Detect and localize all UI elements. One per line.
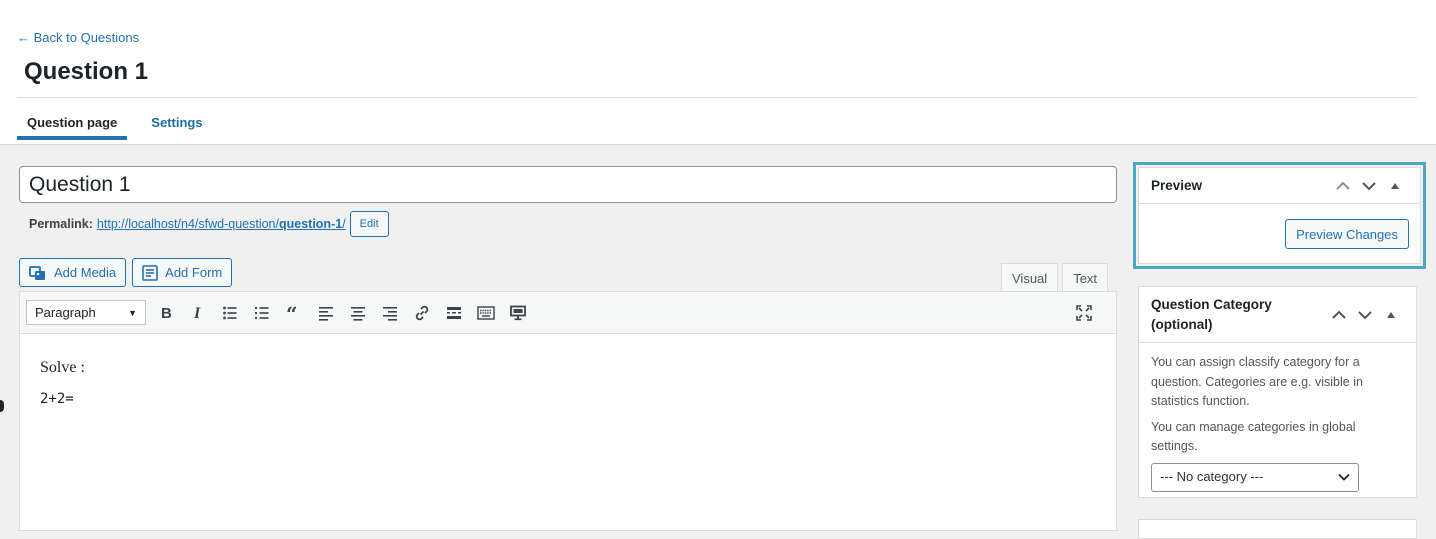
post-title-input[interactable]: Question 1 [19,166,1117,203]
fullscreen-icon[interactable] [1068,298,1100,328]
preview-box-header: Preview [1139,168,1420,204]
tab-settings[interactable]: Settings [141,106,212,140]
page-tabs: Question page Settings [17,106,213,140]
category-box-body: You can assign classify category for a q… [1139,343,1416,502]
category-manage-note: You can manage categories in global sett… [1151,419,1356,454]
header-divider [17,97,1417,98]
category-box-header: Question Category (optional) [1139,287,1416,343]
move-up-icon[interactable] [1330,173,1356,199]
svg-text:“: “ [286,305,298,321]
category-select[interactable]: --- No category --- [1151,462,1359,492]
category-title-line2: (optional) [1151,316,1213,332]
add-form-label: Add Form [165,265,223,280]
toolbar-toggle-icon[interactable] [470,298,502,328]
italic-icon[interactable]: I [182,298,214,328]
add-media-label: Add Media [54,265,117,280]
align-left-icon[interactable] [310,298,342,328]
move-down-icon[interactable] [1352,302,1378,328]
preview-title: Preview [1151,177,1203,193]
edit-permalink-button[interactable]: Edit [349,211,389,237]
preview-box: Preview Preview Changes [1133,162,1426,269]
move-down-icon[interactable] [1356,173,1382,199]
top-header: ← Back to Questions Question 1 Question … [0,0,1436,145]
permalink-link[interactable]: http://localhost/n4/sfwd-question/questi… [97,217,346,231]
chevron-down-icon [1338,473,1350,481]
next-sidebar-box [1138,519,1417,539]
numbered-list-icon[interactable] [246,298,278,328]
editor-toolbar: Paragraph ▼ B I “ [20,292,1116,334]
link-icon[interactable] [406,298,438,328]
bold-icon[interactable]: B [150,298,182,328]
permalink-slug: question-1 [278,217,343,231]
category-description: You can assign classify category for a q… [1151,355,1363,408]
read-more-icon[interactable] [438,298,470,328]
add-media-icon [29,265,45,280]
category-select-value: --- No category --- [1160,469,1264,485]
form-icon [142,264,158,281]
format-select[interactable]: Paragraph ▼ [26,300,146,325]
permalink-base: http://localhost/n4/sfwd-question/ [96,217,279,231]
permalink-label: Permalink: [29,217,93,231]
permalink-trailing: / [342,217,346,231]
editor-mode-tabs: Visual Text [1001,263,1109,293]
category-title: Question Category (optional) [1151,295,1272,335]
collapse-toggle-icon[interactable] [1382,173,1408,199]
category-title-line1: Question Category [1151,296,1272,312]
media-buttons: Add Media Add Form [19,258,233,287]
collapse-toggle-icon[interactable] [1378,302,1404,328]
tab-question-page[interactable]: Question page [17,106,128,140]
category-box-controls [1326,302,1404,328]
content-line-2: 2+2= [40,391,74,407]
svg-text:B: B [161,305,172,321]
tab-visual[interactable]: Visual [1001,263,1059,293]
add-form-button[interactable]: Add Form [132,258,233,287]
page-title: Question 1 [24,58,149,85]
bullet-list-icon[interactable] [214,298,246,328]
dropdown-arrow-icon: ▼ [128,307,137,318]
svg-text:I: I [193,305,201,321]
blockquote-icon[interactable]: “ [278,298,310,328]
preview-box-controls [1330,173,1408,199]
edge-handle [0,400,4,412]
preview-box-body: Preview Changes [1139,204,1420,264]
format-value: Paragraph [35,305,96,320]
editor-content-area[interactable]: Solve : 2+2= [20,334,1116,432]
permalink-row: Permalink: http://localhost/n4/sfwd-ques… [29,211,389,237]
content-editor: Paragraph ▼ B I “ Solve: 2+2= [19,291,1117,531]
align-right-icon[interactable] [374,298,406,328]
back-to-questions-link[interactable]: ← Back to Questions [17,30,139,45]
add-media-button[interactable]: Add Media [19,258,127,287]
move-up-icon[interactable] [1326,302,1352,328]
tab-text[interactable]: Text [1062,263,1109,292]
preview-changes-button[interactable]: Preview Changes [1285,219,1409,249]
content-line-1: Solve : [40,359,85,376]
question-category-box: Question Category (optional) You can ass… [1138,286,1417,498]
align-center-icon[interactable] [342,298,374,328]
screen-icon[interactable] [502,298,534,328]
